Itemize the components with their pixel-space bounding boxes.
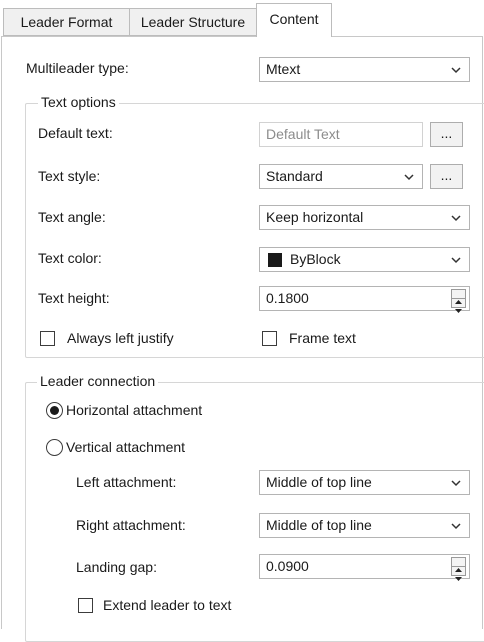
always-left-justify-label: Always left justify	[67, 330, 174, 346]
leader-connection-group	[25, 382, 484, 642]
tab-content[interactable]: Content	[256, 3, 332, 37]
tab-strip: Leader Format Leader Structure Content	[0, 0, 484, 37]
chevron-down-icon	[404, 174, 414, 181]
text-options-legend: Text options	[38, 94, 119, 110]
horizontal-attachment-radio[interactable]	[46, 402, 63, 419]
left-attachment-value: Middle of top line	[266, 474, 372, 490]
chevron-down-icon	[451, 67, 461, 74]
text-style-label: Text style:	[38, 168, 101, 184]
text-angle-value: Keep horizontal	[266, 209, 364, 225]
content-panel: Multileader type: Mtext Text options Def…	[1, 36, 484, 642]
text-height-field[interactable]: 0.1800	[259, 286, 470, 313]
chevron-down-icon	[451, 215, 461, 222]
text-angle-label: Text angle:	[38, 209, 106, 225]
left-attachment-select[interactable]: Middle of top line	[259, 470, 470, 495]
vertical-attachment-label: Vertical attachment	[66, 439, 186, 455]
text-style-select[interactable]: Standard	[259, 164, 423, 189]
default-text-browse-button[interactable]: ...	[430, 122, 463, 147]
color-swatch	[268, 253, 282, 267]
frame-text-label: Frame text	[289, 330, 356, 346]
chevron-down-icon	[451, 257, 461, 264]
right-attachment-select[interactable]: Middle of top line	[259, 513, 470, 538]
multileader-type-value: Mtext	[266, 61, 301, 77]
frame-text-checkbox[interactable]	[262, 331, 277, 346]
right-attachment-value: Middle of top line	[266, 517, 372, 533]
left-attachment-label: Left attachment:	[76, 474, 177, 490]
multileader-type-label: Multileader type:	[26, 60, 129, 76]
vertical-attachment-radio[interactable]	[46, 439, 63, 456]
right-attachment-label: Right attachment:	[76, 517, 186, 533]
default-text-field[interactable]: Default Text	[259, 122, 423, 147]
landing-gap-label: Landing gap:	[76, 559, 157, 575]
text-height-value: 0.1800	[266, 290, 309, 306]
tab-leader-structure[interactable]: Leader Structure	[129, 8, 257, 36]
always-left-justify-checkbox[interactable]	[40, 331, 55, 346]
default-text-value: Default Text	[266, 126, 340, 142]
text-height-spinner[interactable]	[451, 289, 466, 313]
text-color-value: ByBlock	[290, 251, 341, 267]
extend-leader-label: Extend leader to text	[103, 597, 232, 613]
landing-gap-field[interactable]: 0.0900	[259, 554, 470, 581]
leader-connection-legend: Leader connection	[37, 373, 159, 389]
text-style-value: Standard	[266, 168, 323, 184]
landing-gap-value: 0.0900	[266, 558, 309, 574]
default-text-label: Default text:	[38, 125, 113, 141]
spin-up-icon[interactable]	[452, 290, 465, 304]
chevron-down-icon	[451, 480, 461, 487]
text-color-label: Text color:	[38, 250, 102, 266]
multileader-type-select[interactable]: Mtext	[259, 57, 470, 82]
extend-leader-checkbox[interactable]	[78, 598, 93, 613]
text-angle-select[interactable]: Keep horizontal	[259, 205, 470, 230]
landing-gap-spinner[interactable]	[451, 557, 466, 581]
spin-down-icon[interactable]	[452, 567, 465, 581]
spin-down-icon[interactable]	[452, 299, 465, 313]
text-color-select[interactable]: ByBlock	[259, 247, 470, 272]
horizontal-attachment-label: Horizontal attachment	[66, 402, 203, 418]
spin-up-icon[interactable]	[452, 558, 465, 572]
text-style-browse-button[interactable]: ...	[430, 164, 463, 189]
chevron-down-icon	[451, 523, 461, 530]
text-height-label: Text height:	[38, 290, 110, 306]
tab-leader-format[interactable]: Leader Format	[3, 8, 130, 36]
